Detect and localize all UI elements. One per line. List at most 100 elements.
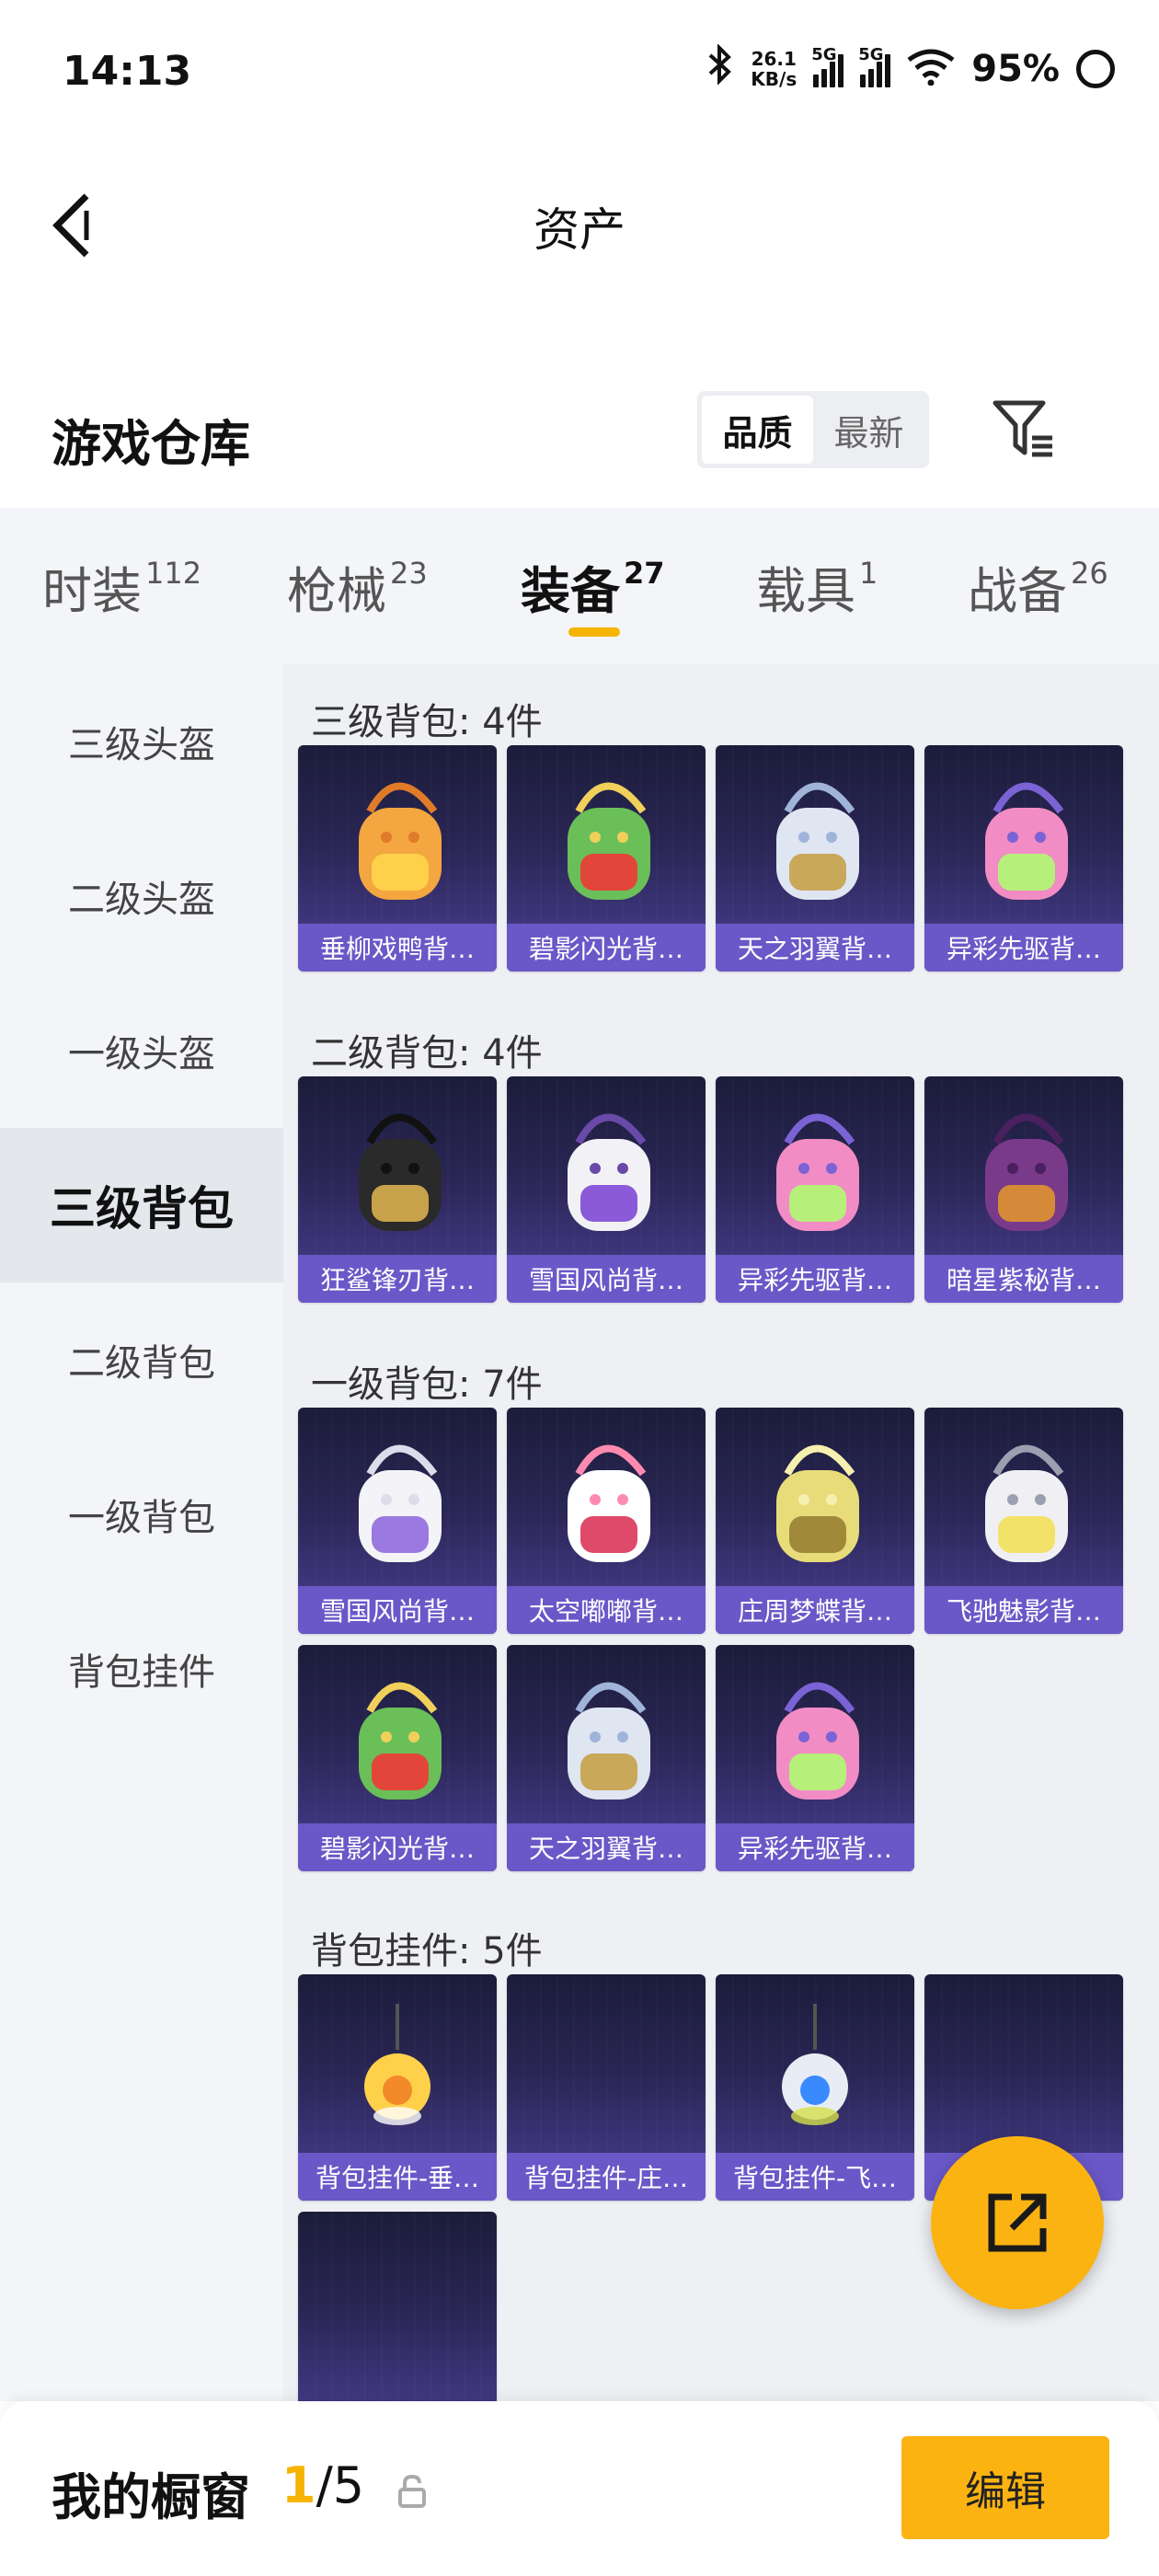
item-card[interactable]: 背包挂件-垂… [298, 1974, 497, 2201]
showcase-current: 1 [281, 2456, 316, 2514]
item-card[interactable]: 雪国风尚背… [298, 1408, 497, 1634]
tab-vehicles[interactable]: 载具 1 [756, 550, 878, 623]
item-card[interactable]: 背包挂件-庄… [507, 1974, 706, 2201]
sidebar-item-backpack-1[interactable]: 一级背包 [0, 1437, 283, 1592]
warehouse-title: 游戏仓库 [52, 415, 250, 473]
sidebar-item-backpack-3[interactable]: 三级背包 [0, 1128, 283, 1282]
sidebar: 三级头盔 二级头盔 一级头盔 三级背包 二级背包 一级背包 背包挂件 [0, 664, 283, 2401]
tab-supplies[interactable]: 战备 26 [968, 550, 1108, 623]
green-backpack-icon [542, 765, 671, 913]
item-card-name: 庄周梦蝶背… [716, 1586, 914, 1634]
battery-level: 95% [971, 48, 1060, 90]
item-card[interactable]: 天之羽翼背… [507, 1645, 706, 1871]
status-time: 14:13 [63, 48, 192, 95]
item-card-name: 狂鲨锋刃背… [298, 1255, 497, 1303]
item-card-name: 太空嘟嘟背… [507, 1586, 706, 1634]
item-card[interactable]: 狂鲨锋刃背… [298, 1076, 497, 1303]
wing-backpack-icon [542, 1665, 671, 1812]
signal-icon-1: 5G [811, 45, 844, 87]
sidebar-item-helmet-1[interactable]: 一级头盔 [0, 973, 283, 1128]
item-card[interactable]: 飞驰魅影背… [924, 1408, 1123, 1634]
tab-count: 112 [145, 556, 202, 591]
wing-backpack-icon [751, 765, 879, 913]
showcase-total: /5 [316, 2456, 365, 2514]
empty-slot [959, 1995, 1088, 2142]
network-speed-value: 26.1 [751, 48, 797, 70]
item-card[interactable]: 雪国风尚背… [507, 1076, 706, 1303]
bluetooth-icon [706, 43, 734, 94]
group-title: 一级背包: 7件 [311, 1363, 543, 1406]
snowman-backpack-icon [542, 1097, 671, 1244]
item-card-name: 碧影闪光背… [298, 1823, 497, 1871]
filter-icon [993, 400, 1052, 457]
group-title: 二级背包: 4件 [311, 1032, 543, 1075]
item-card-name: 背包挂件-垂… [298, 2153, 497, 2201]
signal-label-1: 5G [811, 45, 837, 64]
item-card[interactable]: 异彩先驱背… [716, 1076, 914, 1303]
empty-slot [333, 2232, 462, 2379]
item-card[interactable]: 异彩先驱背… [716, 1645, 914, 1871]
sort-toggle: 品质 最新 [697, 391, 929, 468]
item-card[interactable] [298, 2212, 497, 2401]
sidebar-item-backpack-2[interactable]: 二级背包 [0, 1282, 283, 1437]
item-card-name: 雪国风尚背… [507, 1255, 706, 1303]
duck-backpack-icon [333, 765, 462, 913]
space-backpack-icon [542, 1428, 671, 1575]
tab-count: 27 [624, 556, 665, 591]
sidebar-item-helmet-3[interactable]: 三级头盔 [0, 664, 283, 819]
tab-equipment[interactable]: 装备 27 [521, 550, 665, 623]
category-tabs: 时装 112 枪械 23 装备 27 载具 1 战备 26 [0, 508, 1159, 664]
showcase-bar: 我的橱窗 1/5 编辑 [0, 2401, 1159, 2576]
butterfly-backpack-icon [751, 1428, 879, 1575]
lock-icon [398, 2474, 426, 2508]
showcase-label: 我的橱窗 [52, 2468, 250, 2526]
item-card[interactable]: 天之羽翼背… [716, 745, 914, 972]
item-card[interactable]: 太空嘟嘟背… [507, 1408, 706, 1634]
item-card[interactable]: 异彩先驱背… [924, 745, 1123, 972]
wifi-icon [907, 49, 955, 89]
battery-ring-icon [1076, 50, 1115, 88]
tab-label: 载具 [756, 562, 855, 620]
showcase-count: 1/5 [281, 2456, 364, 2514]
item-card[interactable]: 庄周梦蝶背… [716, 1408, 914, 1634]
pink-backpack-icon [751, 1097, 879, 1244]
green-backpack-icon [333, 1665, 462, 1812]
item-card[interactable]: 碧影闪光背… [507, 745, 706, 972]
tab-count: 1 [859, 556, 878, 591]
tab-fashion[interactable]: 时装 112 [42, 550, 201, 623]
tab-guns[interactable]: 枪械 23 [287, 550, 428, 623]
edit-button[interactable]: 编辑 [901, 2436, 1109, 2539]
share-button[interactable] [931, 2136, 1104, 2309]
filter-button[interactable] [990, 396, 1056, 462]
page-title: 资产 [534, 203, 625, 257]
sort-quality-button[interactable]: 品质 [702, 396, 813, 464]
item-card[interactable]: 背包挂件-飞… [716, 1974, 914, 2201]
item-card-name: 天之羽翼背… [507, 1823, 706, 1871]
sort-newest-button[interactable]: 最新 [813, 396, 924, 464]
purple-backpack-icon [959, 1097, 1088, 1244]
item-card-name: 碧影闪光背… [507, 924, 706, 972]
share-icon [988, 2193, 1047, 2252]
item-card[interactable]: 垂柳戏鸭背… [298, 745, 497, 972]
item-card-name: 异彩先驱背… [716, 1255, 914, 1303]
item-card-name: 异彩先驱背… [924, 924, 1123, 972]
item-card[interactable]: 暗星紫秘背… [924, 1076, 1123, 1303]
item-card-name: 暗星紫秘背… [924, 1255, 1123, 1303]
tab-label: 战备 [968, 562, 1067, 620]
item-card[interactable]: 碧影闪光背… [298, 1645, 497, 1871]
pink-backpack-icon [959, 765, 1088, 913]
network-speed-unit: KB/s [751, 68, 798, 90]
tab-label: 时装 [42, 562, 142, 620]
network-speed: 26.1 KB/s [751, 49, 797, 89]
pink-backpack-icon [751, 1665, 879, 1812]
sidebar-item-helmet-2[interactable]: 二级头盔 [0, 819, 283, 973]
status-icons: 26.1 KB/s 5G 5G 95% [706, 43, 1115, 94]
sidebar-item-backpack-charm[interactable]: 背包挂件 [0, 1592, 283, 1746]
item-card-name: 背包挂件-庄… [507, 2153, 706, 2201]
item-card-name: 雪国风尚背… [298, 1586, 497, 1634]
white-backpack-icon [959, 1428, 1088, 1575]
tab-label: 装备 [521, 562, 620, 620]
tab-count: 26 [1071, 556, 1108, 591]
item-card-name: 飞驰魅影背… [924, 1586, 1123, 1634]
tab-count: 23 [390, 556, 428, 591]
